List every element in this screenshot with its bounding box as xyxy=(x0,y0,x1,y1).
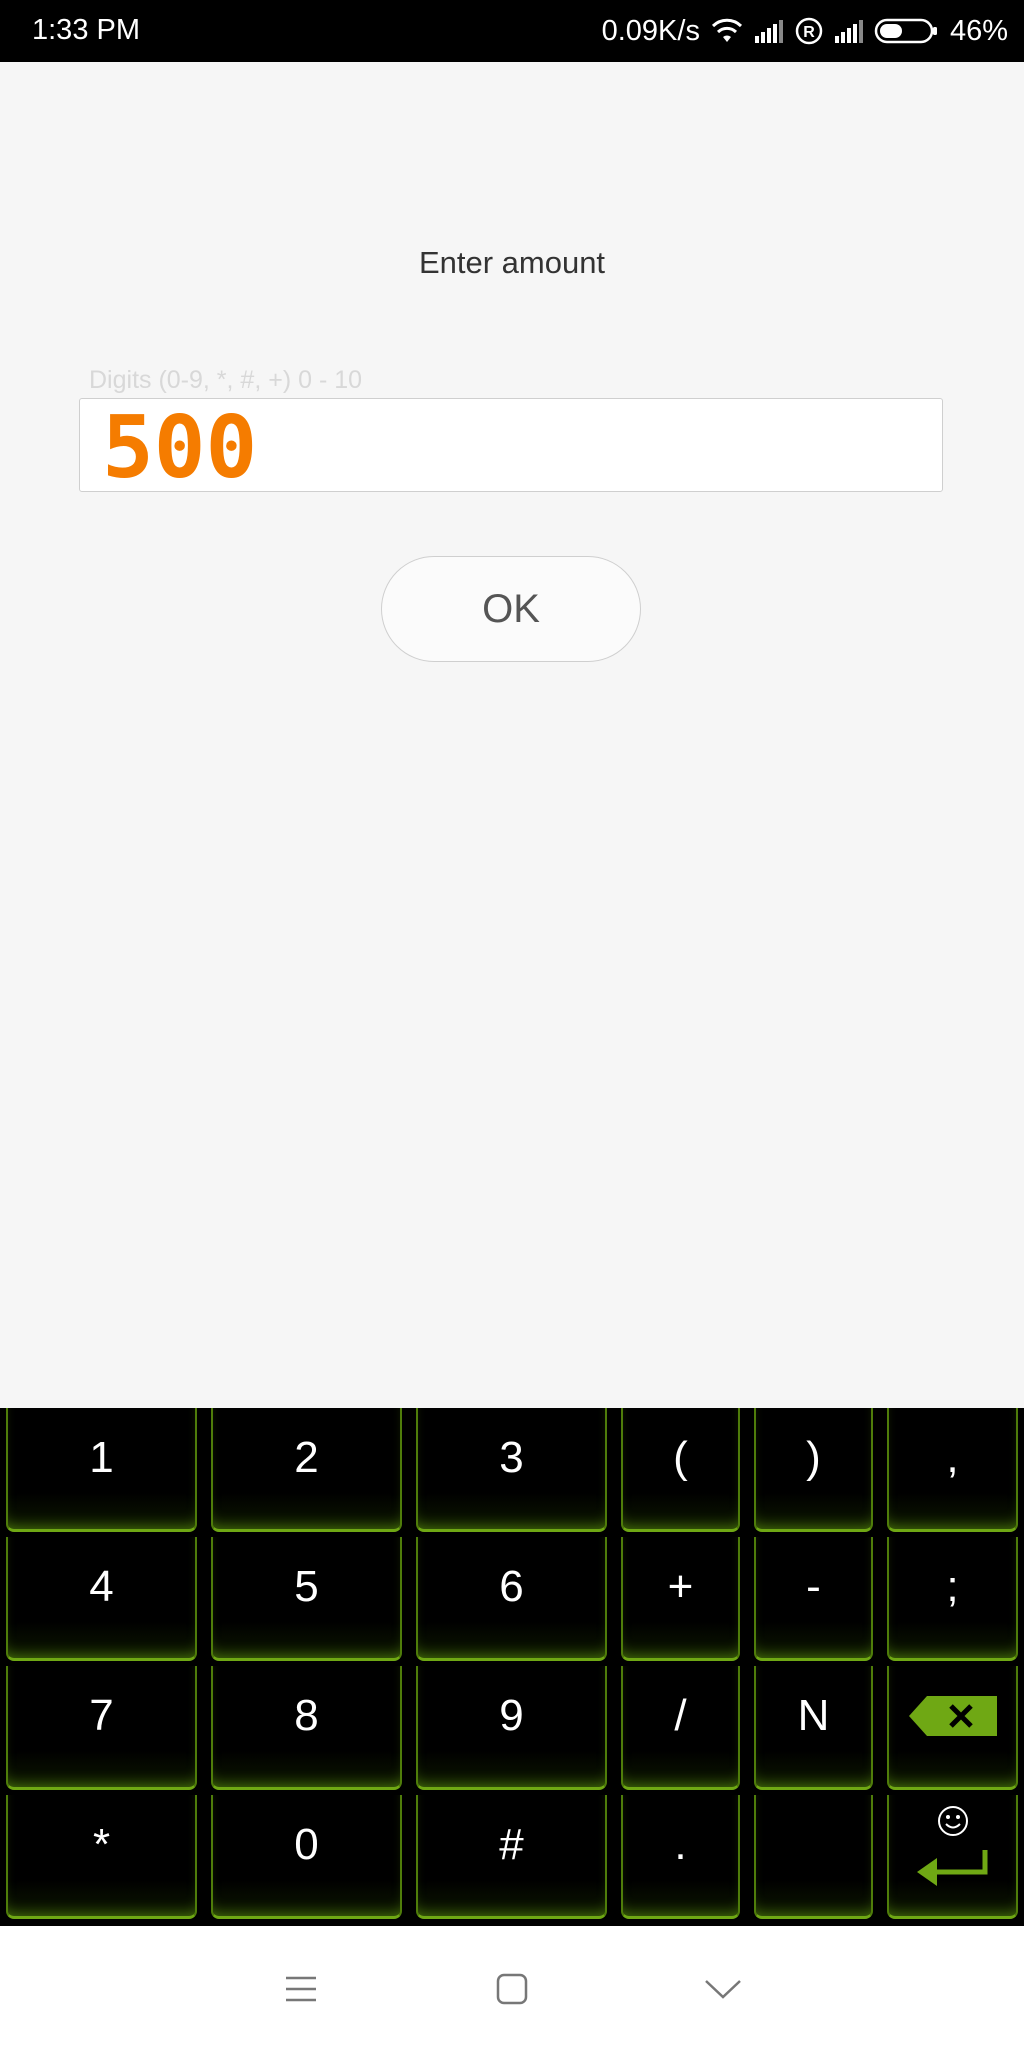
numeric-keyboard: 1 2 3 (), 4 5 6 + -; 7 8 9 / N * 0 #. xyxy=(0,1408,1024,1926)
key-#[interactable]: # xyxy=(416,1795,607,1919)
dialog-title: Enter amount xyxy=(418,245,606,280)
navigation-bar xyxy=(0,1926,1024,2048)
key-label: 7 xyxy=(89,1690,114,1740)
key-1[interactable]: 1 xyxy=(6,1408,197,1532)
key-+[interactable]: + xyxy=(621,1537,740,1661)
enter-key[interactable] xyxy=(887,1795,1018,1919)
key-label: 6 xyxy=(499,1561,524,1611)
key-([interactable]: ( xyxy=(621,1408,740,1532)
backspace-icon xyxy=(908,1695,997,1736)
key-label: + xyxy=(667,1561,694,1611)
key--[interactable]: - xyxy=(754,1537,873,1661)
key-9[interactable]: 9 xyxy=(416,1666,607,1790)
key-label: ) xyxy=(806,1432,821,1482)
key-2[interactable]: 2 xyxy=(211,1408,402,1532)
key-label: 3 xyxy=(499,1432,524,1482)
key-4[interactable]: 4 xyxy=(6,1537,197,1661)
backspace-key[interactable] xyxy=(887,1666,1018,1790)
status-time: 1:33 PM xyxy=(32,14,140,46)
key-7[interactable]: 7 xyxy=(6,1666,197,1790)
key-label: . xyxy=(674,1819,687,1869)
key-,[interactable]: , xyxy=(887,1408,1018,1532)
signal-icon xyxy=(834,20,863,43)
key-/[interactable]: / xyxy=(621,1666,740,1790)
key-3[interactable]: 3 xyxy=(416,1408,607,1532)
key-label: 0 xyxy=(294,1819,319,1869)
emoji-icon xyxy=(937,1805,968,1836)
key-label: 9 xyxy=(499,1690,524,1740)
key-label: 5 xyxy=(294,1561,319,1611)
battery-icon xyxy=(874,18,937,44)
key-label: ( xyxy=(673,1432,688,1482)
key-label: 1 xyxy=(89,1432,114,1482)
enter-icon xyxy=(916,1849,987,1886)
network-speed: 0.09K/s xyxy=(601,14,700,47)
key-0[interactable]: 0 xyxy=(211,1795,402,1919)
key-*[interactable]: * xyxy=(6,1795,197,1919)
key-label: 4 xyxy=(89,1561,114,1611)
svg-text:R: R xyxy=(803,24,815,41)
key-blank[interactable] xyxy=(754,1795,873,1919)
key-6[interactable]: 6 xyxy=(416,1537,607,1661)
key-label: N xyxy=(797,1690,830,1740)
key-8[interactable]: 8 xyxy=(211,1666,402,1790)
key-label: * xyxy=(92,1819,111,1869)
battery-percent: 46% xyxy=(949,14,1008,47)
status-icons: 0.09K/s R 46% xyxy=(602,12,1008,50)
key-label: ; xyxy=(946,1561,959,1611)
menu-icon[interactable] xyxy=(271,1964,331,2014)
roaming-icon: R xyxy=(795,17,823,45)
signal-icon xyxy=(754,20,783,43)
key-N[interactable]: N xyxy=(754,1666,873,1790)
key-.[interactable]: . xyxy=(621,1795,740,1919)
wifi-icon xyxy=(711,18,743,42)
key-label: - xyxy=(806,1561,821,1611)
key-label: 8 xyxy=(294,1690,319,1740)
key-label: 2 xyxy=(294,1432,319,1482)
key-label: , xyxy=(946,1432,959,1482)
amount-input[interactable]: 500 xyxy=(79,398,943,492)
key-label: / xyxy=(674,1690,687,1740)
back-icon[interactable] xyxy=(693,1964,753,2014)
key-label: # xyxy=(499,1819,524,1869)
status-bar: 1:33 PM 0.09K/s R 46% xyxy=(0,0,1024,62)
home-icon[interactable] xyxy=(482,1964,542,2014)
ok-button[interactable]: OK xyxy=(381,556,641,662)
amount-value: 500 xyxy=(102,398,258,498)
key-)[interactable]: ) xyxy=(754,1408,873,1532)
key-;[interactable]: ; xyxy=(887,1537,1018,1661)
key-5[interactable]: 5 xyxy=(211,1537,402,1661)
input-hint: Digits (0-9, *, #, +) 0 - 10 xyxy=(89,366,363,394)
